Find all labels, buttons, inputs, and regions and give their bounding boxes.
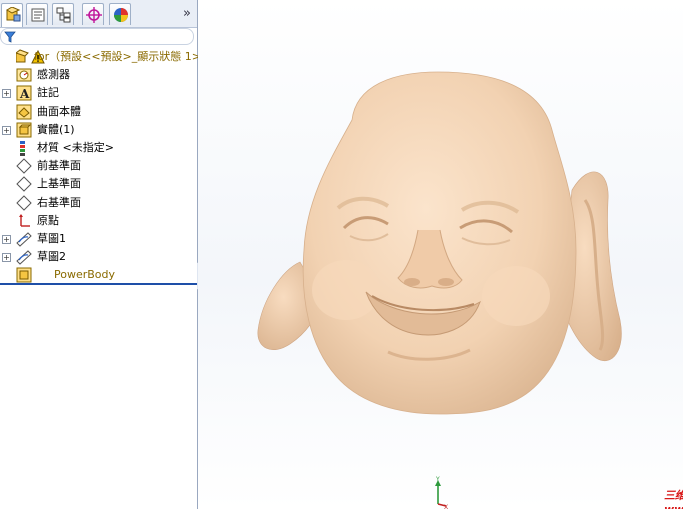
expand-toggle[interactable]: +	[2, 125, 11, 135]
tree-item-label: 草圖1	[37, 231, 66, 245]
tree-filter-bar[interactable]	[0, 28, 194, 45]
tree-item-label: 曲面本體	[37, 104, 81, 118]
tab-display-manager[interactable]	[109, 3, 131, 25]
sketch-icon	[16, 250, 32, 265]
tree-item-sensors[interactable]: 感測器	[0, 66, 197, 84]
feature-tree: for（預設<<預設>_顯示狀態 1>） 感測器 + A 註記 曲面本體 + 實…	[0, 48, 212, 284]
crosshair-icon	[86, 7, 102, 23]
tree-item-label: 感測器	[37, 68, 70, 82]
expand-toggle[interactable]: +	[2, 89, 11, 99]
tree-item-label: 註記	[37, 86, 59, 100]
tree-item-powerbody[interactable]: PowerBody	[0, 266, 197, 284]
filter-funnel-icon	[4, 31, 16, 43]
tree-item-label: PowerBody	[54, 268, 116, 282]
plane-icon	[16, 176, 32, 193]
surface-body-icon	[16, 104, 32, 120]
tab-overflow-button[interactable]: »	[183, 6, 191, 21]
tree-item-label: 右基準面	[37, 195, 81, 209]
tree-item-label: 實體(1)	[37, 122, 75, 136]
tree-item-label: 草圖2	[37, 250, 66, 264]
site-watermark: 三维网www.3dportal.cn	[664, 489, 683, 509]
property-manager-icon	[31, 8, 45, 22]
tree-item-label: 原點	[37, 213, 59, 227]
annotation-icon: A	[16, 85, 32, 101]
svg-text:A: A	[19, 87, 30, 101]
buddha-head-model[interactable]	[198, 0, 683, 509]
tree-item-label: 上基準面	[37, 177, 81, 191]
tree-end-divider	[0, 283, 197, 285]
tree-item-label: 材質 <未指定>	[37, 140, 114, 154]
tab-configuration-manager[interactable]	[52, 3, 74, 25]
expand-toggle[interactable]: +	[2, 234, 11, 244]
feature-manager-panel: » for（預設<<預設>_顯示狀態 1>） 感測器 + A 註記 曲面本體 +…	[0, 0, 212, 509]
material-icon	[20, 140, 25, 156]
tab-feature-manager[interactable]	[1, 3, 23, 27]
axis-triad-icon: Y X	[435, 476, 448, 509]
tree-item-solid-bodies[interactable]: + 實體(1)	[0, 121, 197, 139]
tree-item-material[interactable]: 材質 <未指定>	[0, 139, 197, 157]
tab-property-manager[interactable]	[26, 3, 48, 25]
tree-root-part[interactable]: for（預設<<預設>_顯示狀態 1>）	[0, 48, 212, 66]
tree-item-sketch2[interactable]: + 草圖2	[0, 248, 197, 266]
tree-item-right-plane[interactable]: 右基準面	[0, 194, 197, 212]
tree-item-origin[interactable]: 原點	[0, 212, 197, 230]
sketch-icon	[16, 232, 32, 247]
origin-icon	[19, 213, 30, 227]
tree-item-annotations[interactable]: + A 註記	[0, 84, 197, 102]
feature-manager-icon	[6, 7, 21, 22]
solid-body-icon	[16, 122, 32, 138]
panel-tab-bar: »	[0, 0, 197, 28]
expand-toggle[interactable]: +	[2, 253, 11, 263]
plane-icon	[16, 158, 32, 174]
triad-x-label: X	[444, 504, 448, 509]
triad-y-label: Y	[435, 476, 440, 483]
tree-item-top-plane[interactable]: 上基準面	[0, 175, 197, 193]
configuration-manager-icon	[56, 7, 71, 23]
tree-item-sketch1[interactable]: + 草圖1	[0, 230, 197, 248]
plane-icon	[16, 194, 32, 211]
graphics-viewport[interactable]: Y X 三维网www.3dportal.cn	[198, 0, 683, 509]
tree-item-surface-bodies[interactable]: 曲面本體	[0, 103, 197, 121]
tree-root-label: for（預設<<預設>_顯示狀態 1>）	[34, 50, 212, 63]
display-pie-icon	[114, 8, 128, 22]
feature-warning-icon	[16, 267, 32, 283]
tree-item-label: 前基準面	[37, 159, 81, 173]
sensor-icon	[16, 68, 32, 82]
tab-dim-xpert[interactable]	[82, 3, 104, 25]
tree-item-front-plane[interactable]: 前基準面	[0, 157, 197, 175]
